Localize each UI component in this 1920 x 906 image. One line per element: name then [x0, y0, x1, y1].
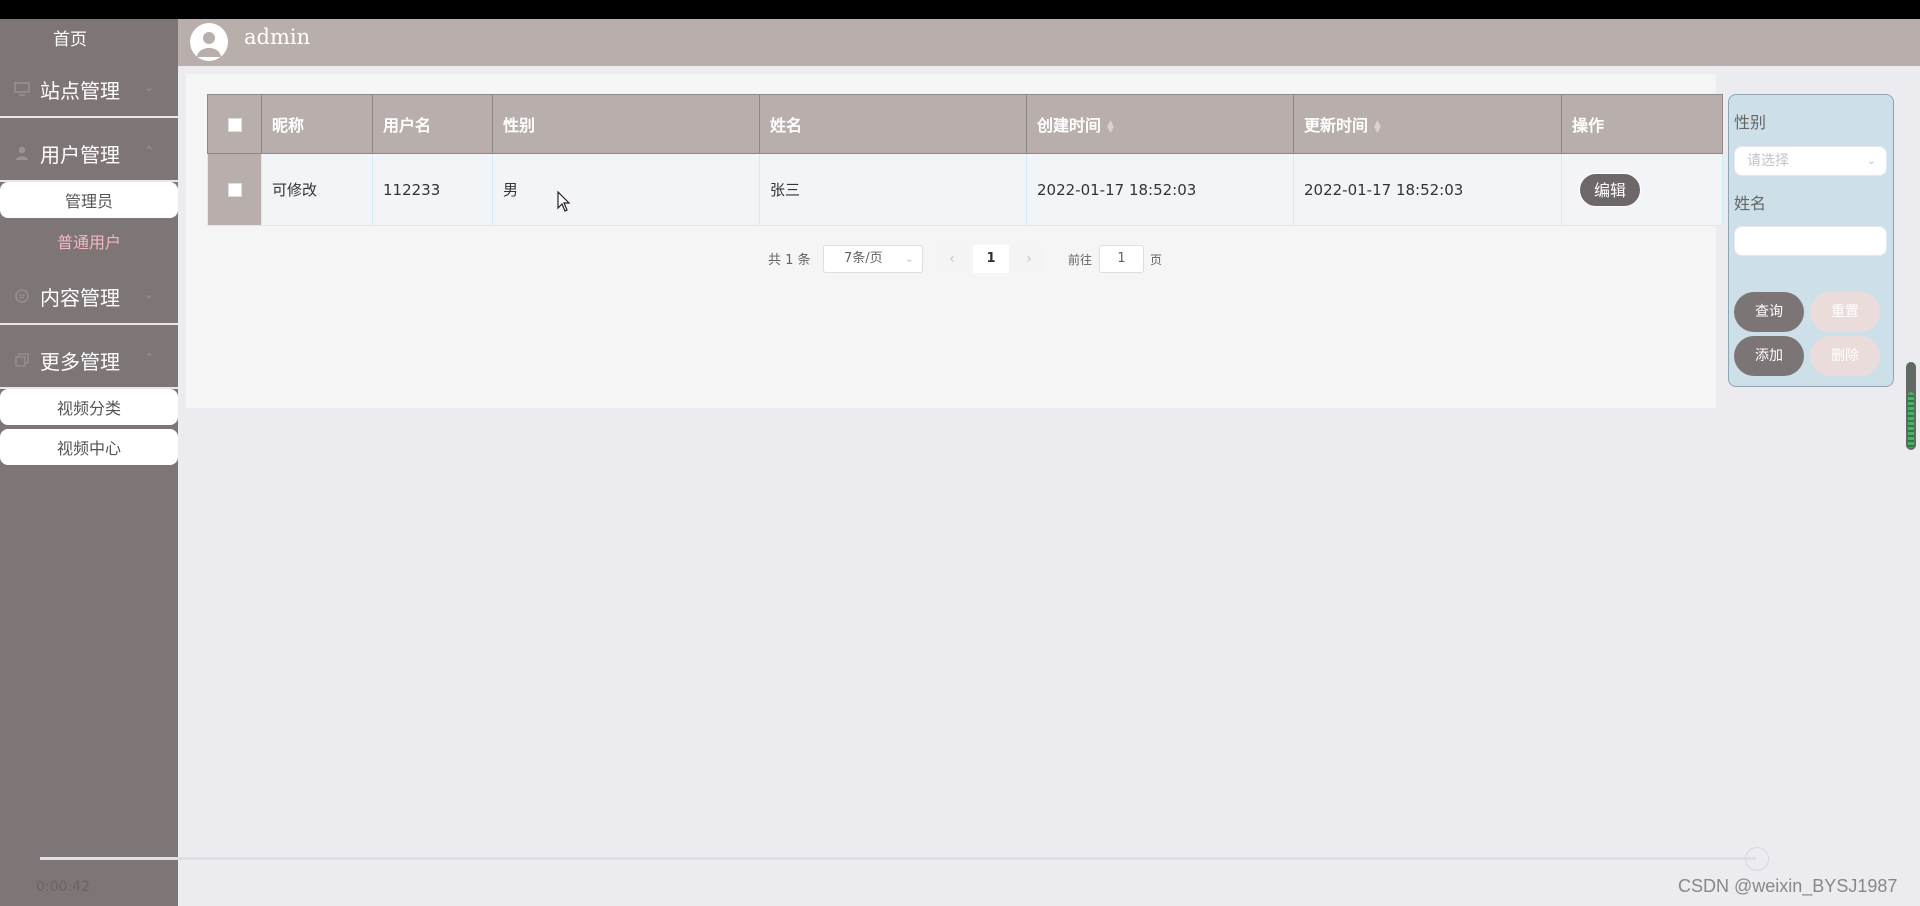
chevron-left-icon: ‹ [949, 251, 955, 267]
reset-button[interactable]: 重置 [1810, 292, 1880, 332]
user-table: 昵称 用户名 性别 姓名 创建时间 ▲ ▼ 更新时间 ▲ ▼ 操作 可修改 112233… [207, 94, 1723, 226]
sidebar: 首页 站点管理 ⌄ 用户管理 ⌃ 管理员 普通用户 内容管理 ⌄ 更多管理 ⌃ … [0, 19, 178, 906]
column-header-created[interactable]: 创建时间 ▲ ▼ [1026, 94, 1294, 154]
watermark: CSDN @weixin_BYSJ1987 [1678, 876, 1898, 896]
user-avatar-icon[interactable] [190, 23, 228, 61]
copy-icon [14, 352, 30, 368]
column-header-updated-label: 更新时间 [1304, 116, 1369, 135]
row-checkbox[interactable] [207, 153, 262, 226]
chevron-down-icon: ⌄ [143, 287, 155, 301]
sidebar-group-label: 站点管理 [40, 78, 120, 103]
video-timestamp: 0:00:42 [36, 879, 90, 895]
chevron-down-icon: ⌄ [143, 80, 155, 94]
sidebar-group-users[interactable]: 用户管理 ⌃ [0, 126, 178, 182]
cell-gender: 男 [492, 153, 760, 226]
scrollbar-thumb[interactable] [1908, 392, 1914, 448]
goto-page-input[interactable]: 1 [1099, 245, 1144, 273]
column-header-actions: 操作 [1561, 94, 1723, 154]
search-panel: 性别 请选择 ⌄ 姓名 查询 重置 添加 删除 [1728, 94, 1894, 387]
header: admin [178, 19, 1920, 66]
sidebar-group-label: 更多管理 [40, 349, 120, 374]
cell-nickname: 可修改 [261, 153, 373, 226]
column-header-nickname: 昵称 [261, 94, 373, 154]
sidebar-group-more[interactable]: 更多管理 ⌃ [0, 333, 178, 389]
monitor-icon [14, 81, 30, 97]
column-header-updated[interactable]: 更新时间 ▲ ▼ [1293, 94, 1562, 154]
sidebar-item-normal-user[interactable]: 普通用户 [0, 223, 178, 259]
cell-name: 张三 [759, 153, 1027, 226]
next-page-button[interactable]: › [1014, 245, 1044, 273]
chevron-right-icon: › [1026, 251, 1032, 267]
sidebar-item-home[interactable]: 首页 [0, 25, 140, 50]
edit-button[interactable]: 编辑 [1579, 172, 1641, 207]
sort-icon[interactable]: ▲ ▼ [1374, 119, 1381, 134]
sidebar-item-admin[interactable]: 管理员 [0, 182, 178, 218]
message-icon [14, 288, 30, 304]
sidebar-item-video-category[interactable]: 视频分类 [0, 389, 178, 425]
cell-actions: 编辑 [1561, 153, 1723, 226]
sidebar-group-label: 内容管理 [40, 285, 120, 310]
prev-page-button[interactable]: ‹ [937, 245, 967, 273]
gender-label: 性别 [1734, 113, 1767, 132]
chevron-down-icon: ⌄ [904, 252, 914, 265]
select-all-checkbox[interactable] [207, 94, 262, 154]
cell-username: 112233 [372, 153, 493, 226]
sidebar-item-video-center[interactable]: 视频中心 [0, 429, 178, 465]
name-input[interactable] [1734, 226, 1887, 256]
page-size-value: 7条/页 [844, 251, 883, 266]
mouse-cursor-icon [557, 190, 573, 213]
video-progress-track[interactable] [40, 857, 1756, 860]
user-icon [14, 145, 30, 161]
page-size-select[interactable]: 7条/页 ⌄ [823, 245, 923, 273]
sidebar-group-label: 用户管理 [40, 142, 120, 167]
sort-icon[interactable]: ▲ ▼ [1107, 119, 1114, 134]
gender-select[interactable]: 请选择 ⌄ [1734, 146, 1887, 176]
chevron-down-icon: ⌄ [1866, 154, 1876, 167]
scrollbar[interactable] [1906, 362, 1916, 450]
page-number-current[interactable]: 1 [973, 245, 1009, 273]
query-button[interactable]: 查询 [1734, 292, 1804, 332]
column-header-created-label: 创建时间 [1037, 116, 1102, 135]
table-header-row: 昵称 用户名 性别 姓名 创建时间 ▲ ▼ 更新时间 ▲ ▼ 操作 [207, 94, 1723, 154]
add-button[interactable]: 添加 [1734, 336, 1804, 376]
page-unit-label: 页 [1150, 253, 1163, 267]
chevron-up-icon: ⌃ [143, 144, 155, 158]
top-bar [0, 0, 1920, 19]
sidebar-group-content[interactable]: 内容管理 ⌄ [0, 269, 178, 325]
column-header-name: 姓名 [759, 94, 1027, 154]
chevron-up-icon: ⌃ [143, 351, 155, 365]
column-header-username: 用户名 [372, 94, 493, 154]
cell-created: 2022-01-17 18:52:03 [1026, 153, 1294, 226]
column-header-gender: 性别 [492, 94, 760, 154]
sidebar-group-site[interactable]: 站点管理 ⌄ [0, 62, 178, 118]
cell-updated: 2022-01-17 18:52:03 [1293, 153, 1562, 226]
delete-button[interactable]: 删除 [1810, 336, 1880, 376]
username[interactable]: admin [244, 25, 310, 49]
table-row: 可修改 112233 男 张三 2022-01-17 18:52:03 2022… [207, 153, 1723, 226]
gender-select-placeholder: 请选择 [1747, 153, 1789, 169]
video-progress-knob[interactable] [1745, 847, 1769, 871]
name-label: 姓名 [1734, 194, 1767, 213]
goto-label: 前往 [1068, 253, 1093, 267]
pagination-total: 共 1 条 [768, 252, 811, 268]
